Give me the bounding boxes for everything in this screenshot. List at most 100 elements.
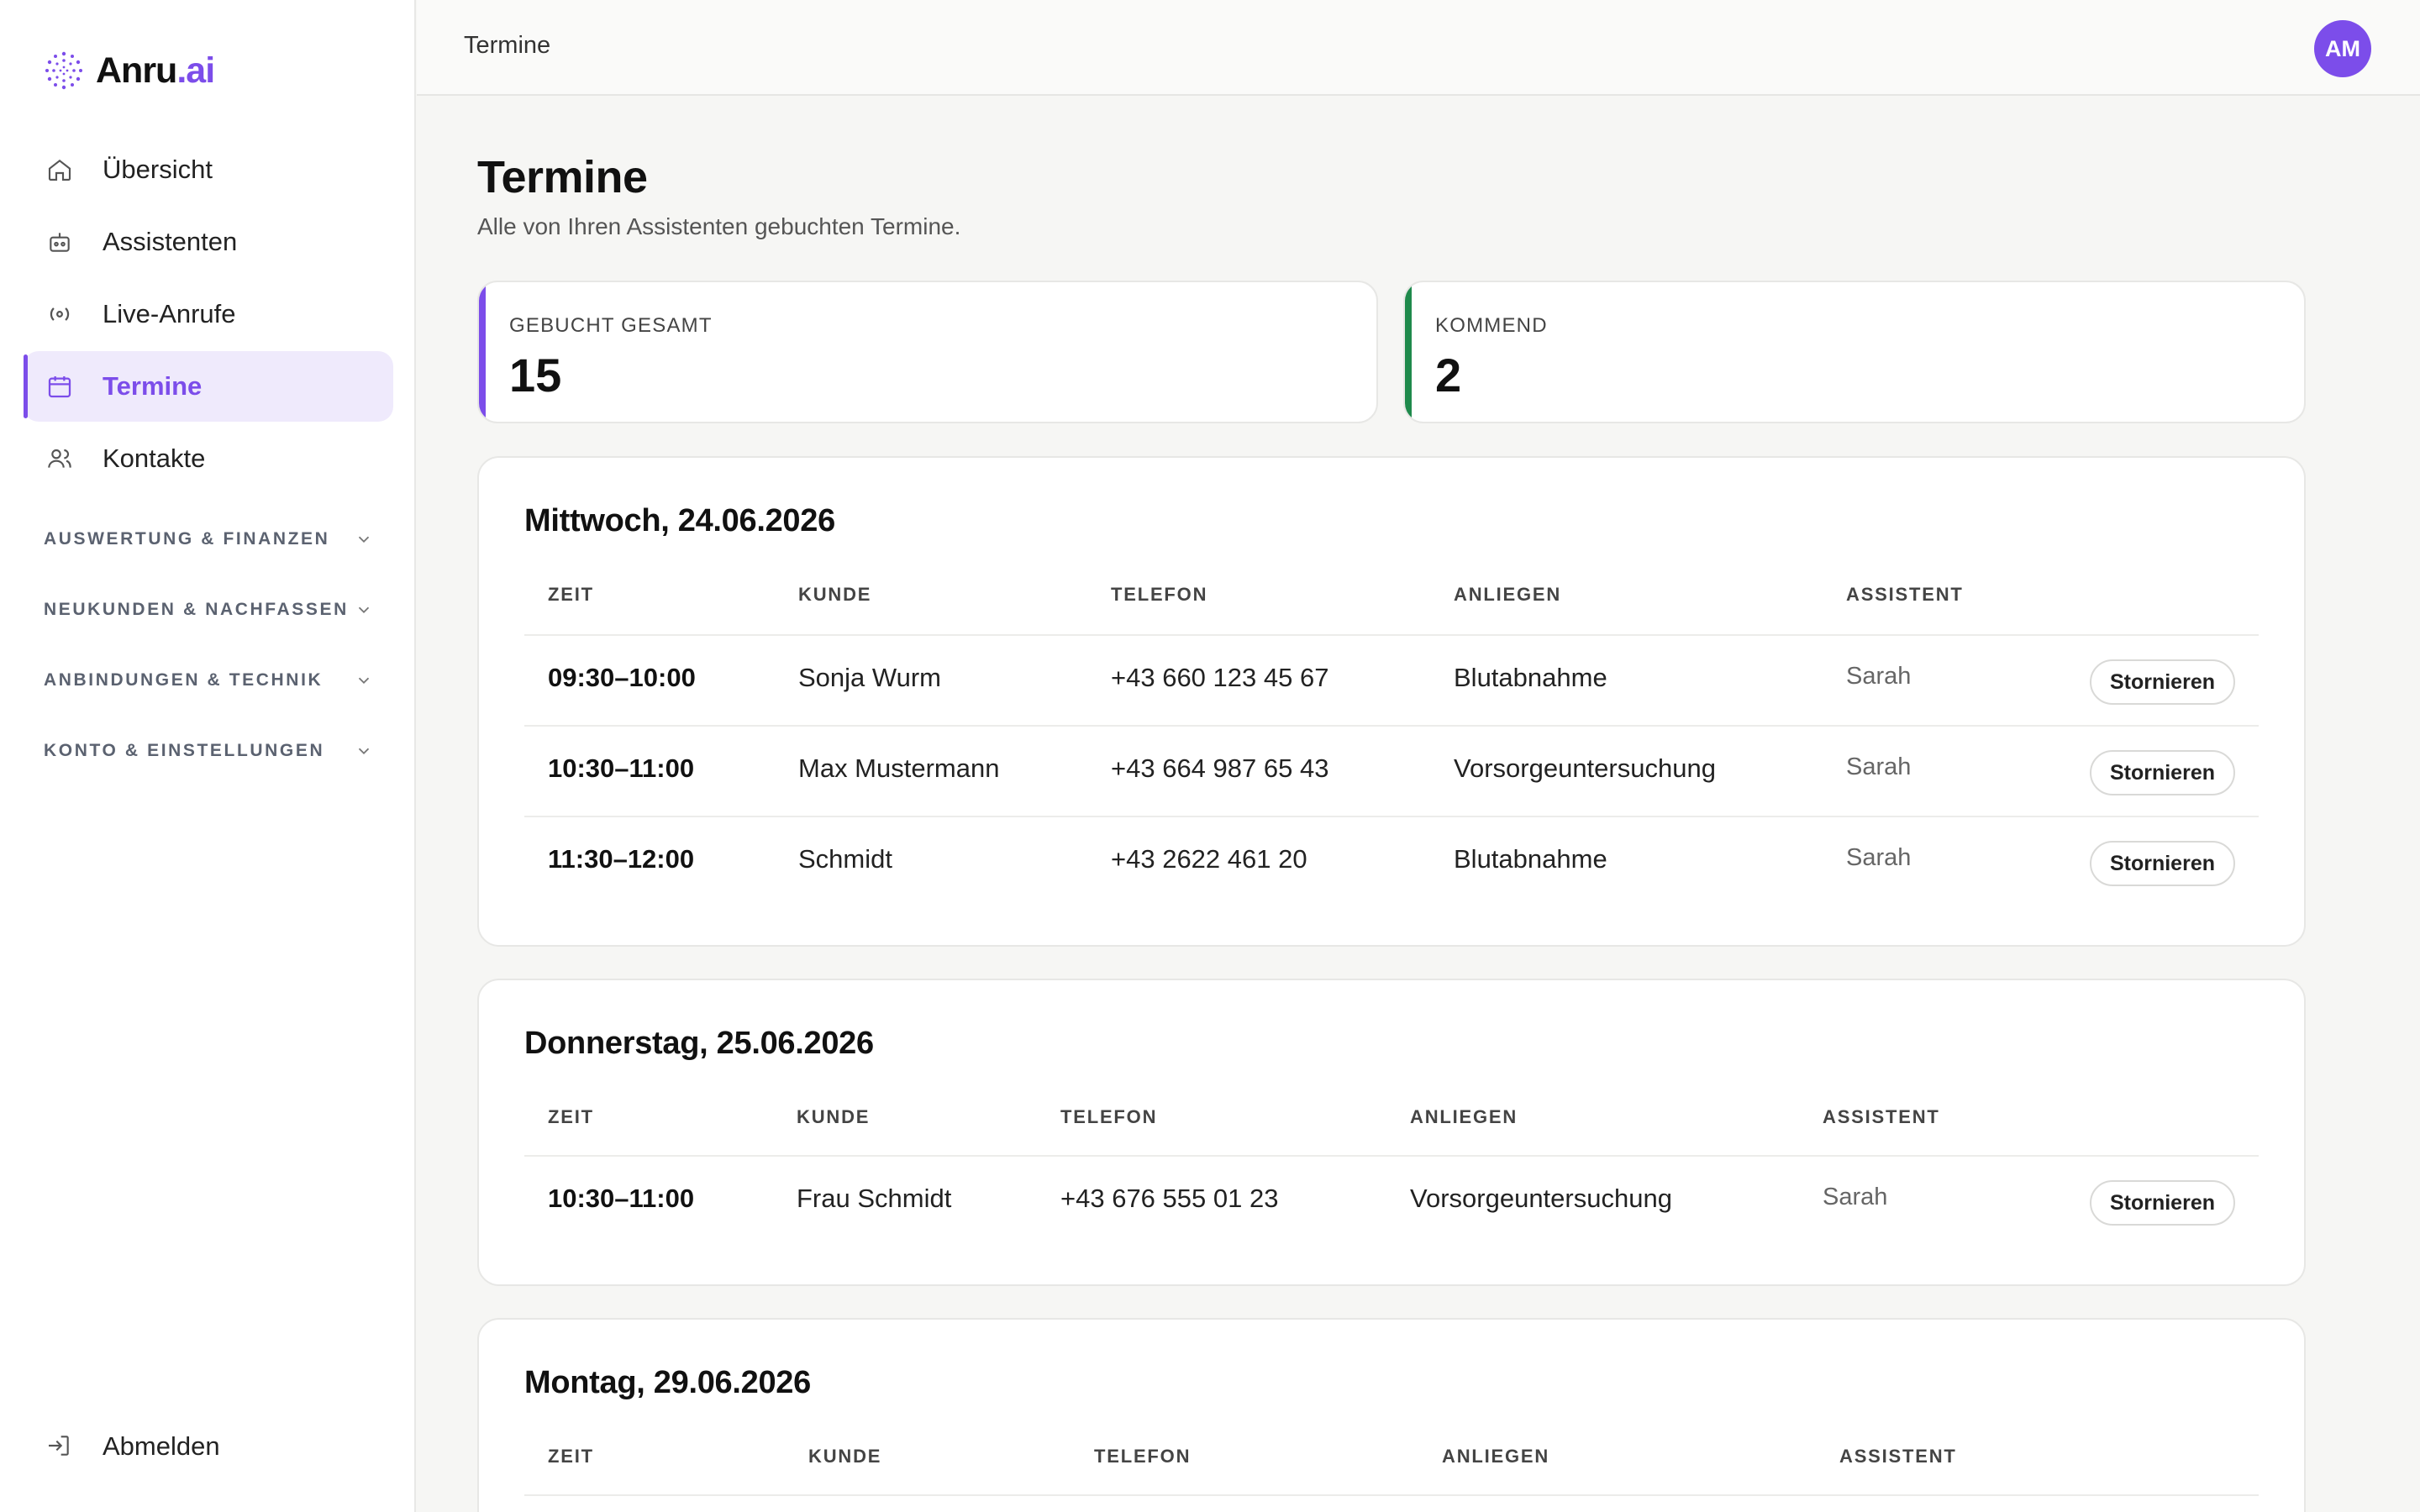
col-header-kunde: KUNDE <box>797 1106 871 1127</box>
brand-name: Anru.ai <box>96 50 215 92</box>
cell-kunde: Frau Schmidt <box>797 1184 952 1213</box>
sidebar-item-label: Termine <box>103 371 203 401</box>
col-header-zeit: ZEIT <box>548 584 594 605</box>
cell-anliegen: Vorsorgeuntersuchung <box>1454 753 1716 783</box>
col-header-assistent: ASSISTENT <box>1823 1106 1940 1127</box>
topbar: Termine AM <box>417 0 2420 96</box>
logout-label: Abmelden <box>103 1431 220 1461</box>
brand-name-main: Anru <box>96 50 177 91</box>
day-card: Donnerstag, 25.06.2026 ZEIT KUNDE TELEFO… <box>477 979 2306 1286</box>
col-header-assistent: ASSISTENT <box>1839 1446 1957 1467</box>
cell-assistent: Sarah <box>1846 753 1912 780</box>
logout-button[interactable]: Abmelden <box>45 1428 220 1465</box>
table-header: ZEIT KUNDE TELEFON ANLIEGEN ASSISTENT <box>524 1106 2259 1140</box>
table-row: 10:30–11:00 Max Mustermann +43 664 987 6… <box>524 725 2259 816</box>
cell-telefon: +43 2622 461 20 <box>1111 844 1307 874</box>
sidebar-item-label: Übersicht <box>103 155 213 184</box>
broadcast-icon <box>45 300 74 328</box>
sidebar-item-label: Assistenten <box>103 227 238 256</box>
cell-telefon: +43 660 123 45 67 <box>1111 663 1329 692</box>
col-header-anliegen: ANLIEGEN <box>1442 1446 1550 1467</box>
cell-zeit: 10:30–11:00 <box>548 753 695 783</box>
day-title: Donnerstag, 25.06.2026 <box>524 1026 874 1061</box>
logout-icon <box>45 1432 74 1461</box>
chevron-down-icon <box>358 748 370 755</box>
nav-section-label: AUSWERTUNG & FINANZEN <box>44 529 330 549</box>
table-header: ZEIT KUNDE TELEFON ANLIEGEN ASSISTENT <box>524 584 2259 617</box>
nav-section-label: KONTO & EINSTELLUNGEN <box>44 741 325 760</box>
brand-name-accent: .ai <box>176 50 215 91</box>
cancel-button[interactable]: Stornieren <box>2089 841 2235 886</box>
cell-assistent: Sarah <box>1823 1184 1888 1210</box>
nav-section-auswertung[interactable]: AUSWERTUNG & FINANZEN <box>44 522 373 556</box>
stat-value: 15 <box>509 349 562 402</box>
robot-icon <box>45 228 74 256</box>
stat-label: KOMMEND <box>1435 314 1548 337</box>
cell-kunde: Sonja Wurm <box>798 663 941 692</box>
page-title: Termine <box>477 152 648 202</box>
cell-anliegen: Blutabnahme <box>1454 663 1607 692</box>
nav-section-anbindungen[interactable]: ANBINDUNGEN & TECHNIK <box>44 664 373 697</box>
sidebar-item-termine[interactable]: Termine <box>24 351 393 422</box>
nav-section-konto[interactable]: KONTO & EINSTELLUNGEN <box>44 734 373 768</box>
avatar[interactable]: AM <box>2314 20 2371 77</box>
stat-card-total: GEBUCHT GESAMT 15 <box>477 281 1378 423</box>
cancel-button[interactable]: Stornieren <box>2089 750 2235 795</box>
cell-anliegen: Vorsorgeuntersuchung <box>1410 1184 1672 1213</box>
page-subtitle: Alle von Ihren Assistenten gebuchten Ter… <box>477 213 961 239</box>
brand[interactable]: Anru.ai <box>42 49 215 92</box>
table-row: 10:30–11:00 Frau Schmidt +43 676 555 01 … <box>524 1155 2259 1246</box>
users-icon <box>45 444 74 473</box>
cancel-button[interactable]: Stornieren <box>2089 1180 2235 1226</box>
stat-label: GEBUCHT GESAMT <box>509 314 713 337</box>
cell-assistent: Sarah <box>1846 663 1912 690</box>
col-header-anliegen: ANLIEGEN <box>1410 1106 1518 1127</box>
nav-section-label: NEUKUNDEN & NACHFASSEN <box>44 600 349 619</box>
sidebar: Anru.ai Übersicht Assistenten Live-Anruf… <box>0 0 416 1512</box>
chevron-down-icon <box>358 536 370 543</box>
sidebar-item-label: Kontakte <box>103 444 206 473</box>
table-header: ZEIT KUNDE TELEFON ANLIEGEN ASSISTENT <box>524 1446 2259 1479</box>
col-header-kunde: KUNDE <box>808 1446 882 1467</box>
day-card: Mittwoch, 24.06.2026 ZEIT KUNDE TELEFON … <box>477 456 2306 947</box>
table-row: 11:30–12:00 Schmidt +43 2622 461 20 Blut… <box>524 816 2259 906</box>
sidebar-item-label: Live-Anrufe <box>103 299 236 328</box>
cell-kunde: Max Mustermann <box>798 753 1000 783</box>
col-header-zeit: ZEIT <box>548 1446 594 1467</box>
cell-telefon: +43 676 555 01 23 <box>1060 1184 1279 1213</box>
cell-zeit: 10:30–11:00 <box>548 1184 695 1213</box>
day-title: Montag, 29.06.2026 <box>524 1365 811 1400</box>
breadcrumb: Termine <box>464 32 551 59</box>
logo-icon <box>45 51 82 90</box>
sidebar-item-assistenten[interactable]: Assistenten <box>24 207 393 277</box>
nav-section-label: ANBINDUNGEN & TECHNIK <box>44 670 324 690</box>
stat-value: 2 <box>1435 349 1462 402</box>
sidebar-nav: Übersicht Assistenten Live-Anrufe Termin… <box>24 134 393 496</box>
cell-zeit: 11:30–12:00 <box>548 844 695 874</box>
calendar-icon <box>45 372 74 401</box>
cancel-button[interactable]: Stornieren <box>2089 659 2235 705</box>
stat-accent-bar <box>479 282 486 422</box>
day-title: Mittwoch, 24.06.2026 <box>524 503 835 538</box>
cell-kunde: Schmidt <box>798 844 892 874</box>
table-row: 09:30–10:00 Sonja Wurm +43 660 123 45 67… <box>524 634 2259 725</box>
col-header-anliegen: ANLIEGEN <box>1454 584 1562 605</box>
home-icon <box>45 155 74 184</box>
sidebar-item-live-anrufe[interactable]: Live-Anrufe <box>24 279 393 349</box>
nav-section-neukunden[interactable]: NEUKUNDEN & NACHFASSEN <box>44 593 373 627</box>
cell-assistent: Sarah <box>1846 844 1912 871</box>
day-card: Montag, 29.06.2026 ZEIT KUNDE TELEFON AN… <box>477 1318 2306 1512</box>
chevron-down-icon <box>358 606 370 614</box>
col-header-kunde: KUNDE <box>798 584 872 605</box>
cell-zeit: 09:30–10:00 <box>548 663 696 692</box>
chevron-down-icon <box>358 677 370 685</box>
table-row <box>524 1494 2259 1512</box>
sidebar-item-uebersicht[interactable]: Übersicht <box>24 134 393 205</box>
col-header-assistent: ASSISTENT <box>1846 584 1964 605</box>
col-header-telefon: TELEFON <box>1111 584 1208 605</box>
col-header-telefon: TELEFON <box>1060 1106 1158 1127</box>
col-header-zeit: ZEIT <box>548 1106 594 1127</box>
stat-accent-bar <box>1405 282 1412 422</box>
sidebar-item-kontakte[interactable]: Kontakte <box>24 423 393 494</box>
cell-anliegen: Blutabnahme <box>1454 844 1607 874</box>
